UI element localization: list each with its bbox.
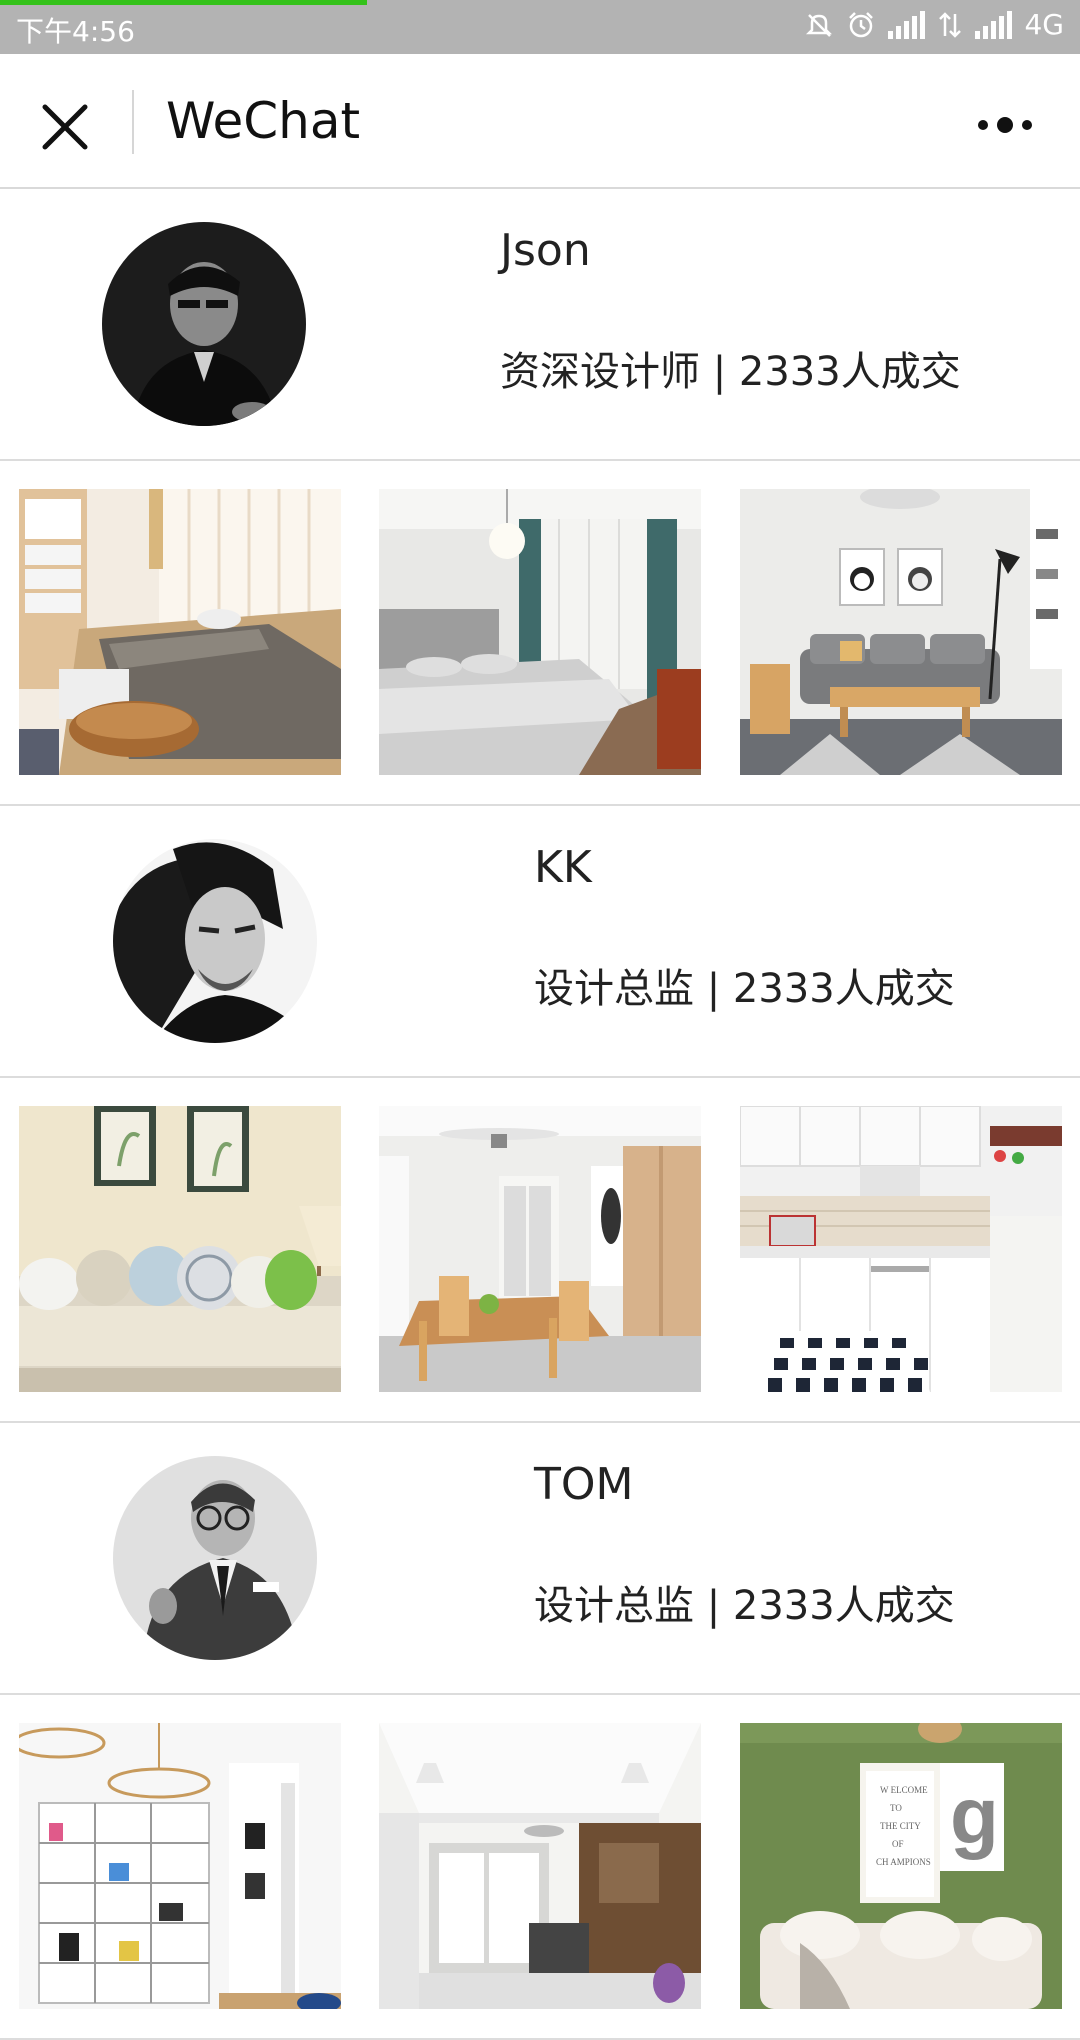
tatami-room-photo[interactable] bbox=[19, 489, 341, 775]
designer-name: KK bbox=[534, 842, 592, 893]
close-icon bbox=[42, 104, 88, 150]
svg-text:OF: OF bbox=[892, 1839, 904, 1849]
page-title: WeChat bbox=[166, 92, 361, 150]
signal-icon-2 bbox=[975, 10, 1013, 39]
bright-living-room-photo[interactable] bbox=[379, 1723, 701, 2009]
designer-meta: 资深设计师 | 2333人成交 bbox=[500, 349, 961, 395]
dining-room-photo[interactable] bbox=[379, 1106, 701, 1392]
more-button[interactable] bbox=[960, 100, 1050, 150]
gray-bedroom-photo[interactable] bbox=[379, 489, 701, 775]
designer-card[interactable]: TOM 设计总监 | 2333人成交 bbox=[0, 1423, 1080, 1695]
status-time: 下午4:56 bbox=[16, 15, 135, 48]
designer-name: TOM bbox=[534, 1459, 634, 1510]
designer-gallery: W ELCOME TO THE CITY OF CH AMPIONS g bbox=[0, 1695, 1080, 2040]
nav-bar: WeChat bbox=[0, 54, 1080, 189]
designer-name: Json bbox=[500, 225, 591, 276]
bookshelf-study-photo[interactable] bbox=[19, 1723, 341, 2009]
signal-icon bbox=[888, 10, 926, 39]
avatar[interactable] bbox=[113, 1456, 317, 1660]
status-icons: 4G bbox=[804, 8, 1064, 41]
designer-list: Json 资深设计师 | 2333人成交 KK 设计总监 | 2333人成交 T… bbox=[0, 189, 1080, 2040]
network-type: 4G bbox=[1024, 8, 1064, 41]
svg-text:TO: TO bbox=[890, 1803, 902, 1813]
designer-gallery bbox=[0, 461, 1080, 806]
mute-icon bbox=[806, 13, 833, 37]
svg-text:CH AMPIONS: CH AMPIONS bbox=[876, 1857, 931, 1867]
close-button[interactable] bbox=[30, 92, 100, 162]
designer-card[interactable]: Json 资深设计师 | 2333人成交 bbox=[0, 189, 1080, 461]
avatar[interactable] bbox=[113, 839, 317, 1043]
data-transfer-icon bbox=[939, 11, 962, 38]
svg-text:THE CITY: THE CITY bbox=[880, 1821, 921, 1831]
avatar[interactable] bbox=[102, 222, 306, 426]
panda-living-room-photo[interactable] bbox=[740, 489, 1062, 775]
alarm-icon bbox=[849, 11, 874, 37]
svg-text:W ELCOME: W ELCOME bbox=[880, 1785, 928, 1795]
page-load-progress bbox=[0, 0, 368, 5]
designer-gallery bbox=[0, 1078, 1080, 1423]
svg-text:g: g bbox=[950, 1771, 999, 1860]
sofa-pillows-photo[interactable] bbox=[19, 1106, 341, 1392]
designer-card[interactable]: KK 设计总监 | 2333人成交 bbox=[0, 806, 1080, 1078]
nav-divider bbox=[132, 90, 134, 154]
green-wall-living-room-photo[interactable]: W ELCOME TO THE CITY OF CH AMPIONS g bbox=[740, 1723, 1062, 2009]
designer-meta: 设计总监 | 2333人成交 bbox=[534, 966, 955, 1012]
designer-meta: 设计总监 | 2333人成交 bbox=[534, 1583, 955, 1629]
more-icon bbox=[978, 117, 1032, 133]
status-bar: 下午4:56 4G bbox=[0, 0, 1080, 54]
white-kitchen-photo[interactable] bbox=[740, 1106, 1062, 1392]
